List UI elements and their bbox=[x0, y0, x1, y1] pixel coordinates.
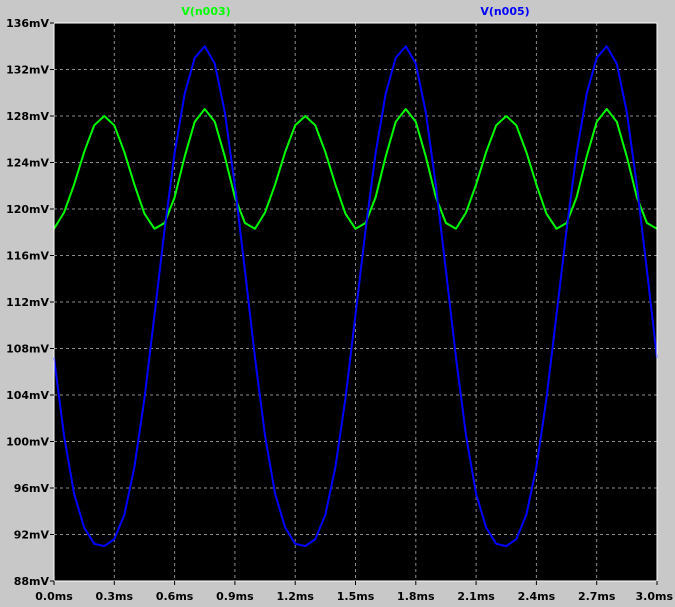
x-axis-tick-label: 2.1ms bbox=[457, 590, 495, 603]
y-axis-tick-label: 108mV bbox=[6, 343, 49, 356]
y-axis-tick-label: 132mV bbox=[6, 64, 49, 77]
waveform-chart[interactable]: 88mV 92mV 96mV 100mV 104mV 108mV 112mV 116mV 120… bbox=[0, 0, 675, 607]
y-axis-tick-label: 112mV bbox=[6, 296, 49, 309]
legend-entry-v-n003[interactable]: V(n003) bbox=[181, 5, 230, 18]
x-axis-tick-label: 3.0ms bbox=[636, 590, 674, 603]
y-axis-tick-label: 96mV bbox=[14, 482, 50, 495]
x-axis-tick-label: 1.2ms bbox=[276, 590, 314, 603]
y-axis-tick-label: 116mV bbox=[6, 250, 49, 263]
x-axis-tick-label: 2.7ms bbox=[578, 590, 616, 603]
y-axis-tick-label: 124mV bbox=[6, 157, 49, 170]
legend-entry-v-n005[interactable]: V(n005) bbox=[480, 5, 529, 18]
y-axis-tick-label: 128mV bbox=[6, 110, 49, 123]
x-axis-tick-label: 2.4ms bbox=[518, 590, 556, 603]
x-axis-tick-label: 0.6ms bbox=[156, 590, 194, 603]
x-axis-tick-label: 1.5ms bbox=[337, 590, 375, 603]
waveform-plot-window: 88mV 92mV 96mV 100mV 104mV 108mV 112mV 116mV 120… bbox=[0, 0, 675, 607]
y-axis-tick-label: 92mV bbox=[14, 529, 50, 542]
y-axis-tick-label: 120mV bbox=[6, 203, 49, 216]
y-axis-tick-label: 100mV bbox=[6, 436, 49, 449]
x-axis-tick-label: 0.9ms bbox=[216, 590, 254, 603]
x-axis-tick-labels: 0.0ms 0.3ms 0.6ms 0.9ms 1.2ms 1.5ms 1.8ms 2.1ms… bbox=[35, 590, 673, 603]
y-axis-tick-label: 136mV bbox=[6, 17, 49, 30]
y-axis-tick-label: 88mV bbox=[14, 575, 50, 588]
x-axis-tick-label: 0.0ms bbox=[35, 590, 73, 603]
x-axis-tick-label: 1.8ms bbox=[397, 590, 435, 603]
y-axis-tick-label: 104mV bbox=[6, 389, 49, 402]
x-axis-tick-label: 0.3ms bbox=[96, 590, 134, 603]
